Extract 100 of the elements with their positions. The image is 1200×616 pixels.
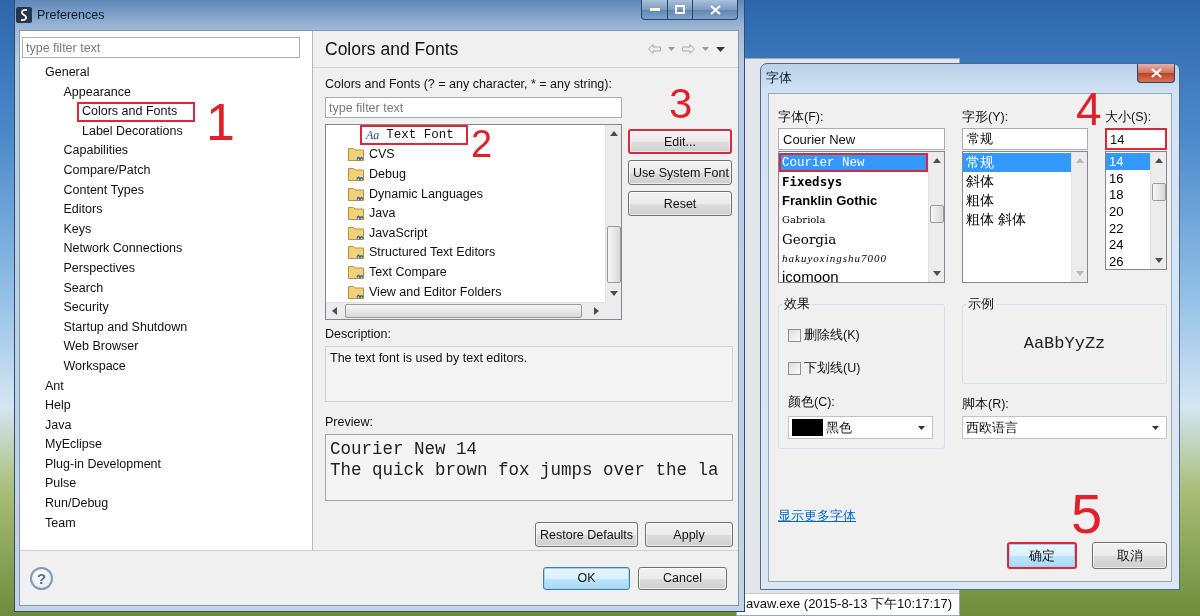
description-text: The text font is used by text editors.	[325, 346, 733, 402]
scroll-up-icon[interactable]	[1154, 158, 1163, 163]
scroll-thumb[interactable]	[1151, 183, 1166, 201]
scroll-thumb[interactable]	[606, 226, 621, 283]
tree-item[interactable]: Startup and Shutdown	[58, 317, 193, 338]
horizontal-scrollbar[interactable]	[326, 302, 605, 319]
maximize-button[interactable]	[667, 0, 693, 20]
list-option[interactable]: Fixedsys	[779, 172, 928, 191]
list-option[interactable]: 24	[1106, 236, 1150, 254]
checkbox[interactable]	[788, 361, 801, 375]
tree-item[interactable]: MyEclipse	[40, 435, 107, 455]
tree-item[interactable]: Editors	[58, 200, 108, 220]
dialog-button[interactable]: Cancel	[638, 566, 727, 590]
checkbox-label[interactable]: 下划线(U)	[804, 359, 861, 377]
list-option[interactable]: 26	[1106, 253, 1150, 269]
tree-item[interactable]: JavaScript	[346, 222, 432, 243]
restore-defaults-button[interactable]: Restore Defaults	[535, 522, 638, 547]
dialog-button[interactable]: 确定	[1007, 542, 1077, 569]
annotation-number: 5	[1071, 492, 1103, 537]
scroll-down-icon[interactable]	[1154, 258, 1163, 263]
color-dropdown[interactable]: 黑色	[788, 416, 933, 439]
side-button[interactable]: Edit...	[628, 129, 732, 154]
tree-item[interactable]: Java	[346, 203, 400, 223]
tree-item[interactable]: Content Types	[58, 180, 149, 201]
tree-item[interactable]: Dynamic Languages	[346, 183, 487, 204]
annotation-number: 3	[669, 87, 693, 121]
minimize-button[interactable]	[641, 0, 668, 20]
tree-item[interactable]: Network Connections	[58, 239, 188, 259]
list-option[interactable]: 斜体	[963, 172, 1071, 191]
vertical-scrollbar[interactable]	[605, 125, 621, 302]
list-option[interactable]: icomoon	[779, 267, 928, 282]
tree-item[interactable]: Plug-in Development	[40, 454, 167, 475]
tree-item[interactable]: Colors and Fonts	[77, 102, 196, 122]
tree-item[interactable]: Security	[58, 298, 114, 318]
list-option[interactable]: 粗体 斜体	[963, 210, 1071, 229]
checkbox[interactable]	[788, 328, 801, 342]
scroll-left-icon[interactable]	[332, 307, 337, 315]
list-option[interactable]: 18	[1106, 186, 1150, 204]
filter-field[interactable]: type filter text	[325, 97, 622, 118]
scroll-down-icon[interactable]	[932, 271, 941, 276]
back-arrow-icon[interactable]	[648, 44, 661, 54]
tree-item[interactable]: Debug	[346, 164, 410, 184]
font-name-field[interactable]: Courier New	[778, 128, 945, 150]
tree-item[interactable]: Run/Debug	[40, 494, 114, 514]
tree-item[interactable]: Search	[58, 278, 109, 299]
dialog-button[interactable]: 取消	[1092, 542, 1167, 569]
list-option[interactable]: Georgia	[779, 229, 928, 248]
tree-item[interactable]: View and Editor Folders	[346, 281, 506, 302]
tree-item[interactable]: Pulse	[40, 474, 82, 495]
tree-item[interactable]: Keys	[58, 219, 97, 240]
help-button[interactable]: ?	[30, 566, 53, 590]
script-dropdown[interactable]: 西欧语言	[962, 416, 1167, 439]
folder-icon	[348, 147, 364, 162]
scroll-right-icon[interactable]	[594, 307, 599, 315]
side-button[interactable]: Use System Font	[628, 160, 732, 185]
tree-item[interactable]: Compare/Patch	[58, 160, 156, 181]
tree-item[interactable]: Text Compare	[346, 262, 451, 282]
list-option[interactable]: 粗体	[963, 191, 1071, 210]
tree-item[interactable]: General	[40, 63, 95, 83]
tree-item[interactable]: Label Decorations	[77, 121, 188, 142]
apply-button[interactable]: Apply	[645, 522, 733, 547]
filter-field[interactable]: type filter text	[22, 37, 300, 58]
scroll-thumb[interactable]	[929, 205, 944, 223]
list-option[interactable]: 22	[1106, 219, 1150, 237]
list-option[interactable]: 20	[1106, 203, 1150, 220]
vertical-scrollbar[interactable]	[1150, 152, 1166, 269]
tree-item[interactable]: Workspace	[58, 356, 131, 377]
font-size-field[interactable]: 14	[1105, 128, 1167, 150]
vertical-scrollbar[interactable]	[928, 152, 944, 282]
tree-item[interactable]: Capabilities	[58, 141, 134, 161]
tree-item[interactable]: Help	[40, 396, 76, 416]
list-option[interactable]: 16	[1106, 169, 1150, 187]
forward-arrow-icon[interactable]	[682, 44, 695, 54]
more-fonts-link[interactable]: 显示更多字体	[778, 509, 856, 523]
list-option[interactable]: hakuyoxingshu7000	[779, 248, 928, 267]
tree-item[interactable]: Ant	[40, 376, 69, 397]
font-style-field[interactable]: 常规	[962, 128, 1088, 150]
list-option[interactable]: Gabriola	[779, 210, 928, 229]
tree-item[interactable]: CVS	[346, 144, 399, 165]
checkbox-label[interactable]: 删除线(K)	[804, 326, 860, 344]
caret-icon[interactable]	[1152, 425, 1159, 430]
tree-item[interactable]: Web Browser	[58, 337, 144, 357]
preview-label: Preview:	[325, 415, 373, 429]
tree-item[interactable]: Java	[40, 415, 77, 436]
tree-item[interactable]: Structured Text Editors	[346, 242, 500, 263]
tree-item[interactable]: Perspectives	[58, 258, 141, 279]
tree-item[interactable]: Appearance	[58, 82, 136, 103]
list-option[interactable]: Franklin Gothic	[779, 191, 928, 210]
tree-item[interactable]: Aa Text Font	[360, 125, 468, 145]
scroll-thumb[interactable]	[345, 304, 582, 318]
scroll-up-icon[interactable]	[932, 158, 941, 163]
close-button[interactable]	[1137, 64, 1175, 83]
dialog-button[interactable]: OK	[543, 566, 630, 590]
caret-icon[interactable]	[918, 425, 925, 430]
scroll-down-icon[interactable]	[609, 291, 618, 296]
close-button[interactable]	[692, 0, 738, 20]
field-label: 大小(S):	[1105, 110, 1152, 124]
scroll-up-icon[interactable]	[609, 131, 618, 136]
tree-item[interactable]: Team	[40, 513, 81, 534]
side-button[interactable]: Reset	[628, 191, 732, 216]
